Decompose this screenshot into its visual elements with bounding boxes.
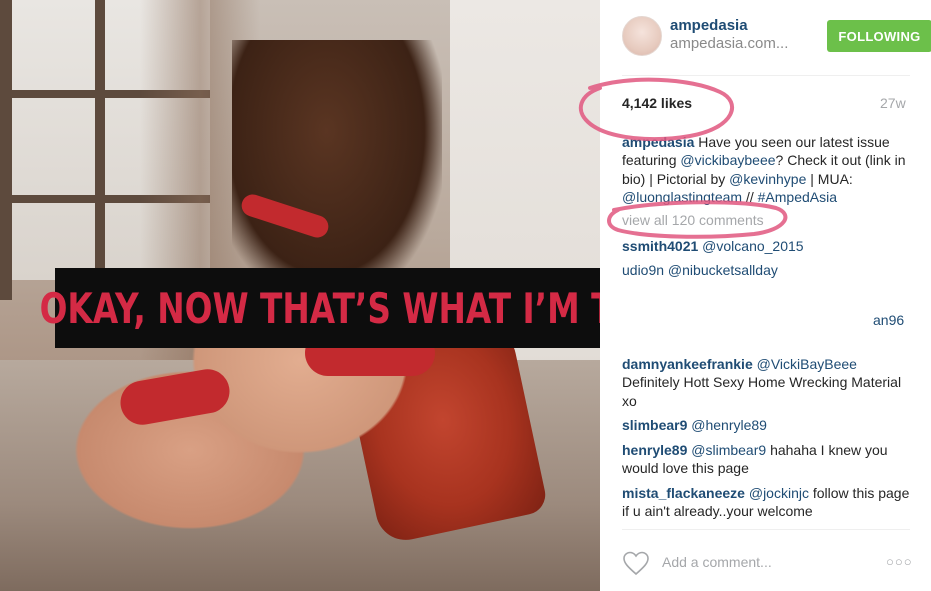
divider — [622, 75, 910, 76]
heart-outline-icon[interactable] — [622, 550, 650, 576]
comment-mention[interactable]: @jockinjc — [749, 485, 809, 501]
author-username[interactable]: ampedasia — [670, 17, 748, 34]
caption-text: | MUA: — [806, 170, 853, 187]
comment-item: mista_flackaneeze @jockinjc follow this … — [622, 484, 914, 521]
post-caption: ampedasia Have you seen our latest issue… — [622, 133, 914, 207]
window-frame — [0, 0, 12, 300]
caption-mention[interactable]: @luonglastingteam — [622, 189, 742, 205]
comment-username[interactable]: slimbear9 — [622, 417, 687, 433]
add-comment-input[interactable]: Add a comment... — [662, 554, 772, 570]
view-all-comments-link[interactable]: view all 120 comments — [622, 212, 764, 228]
obscured-comment-fragment: an96 — [873, 312, 905, 328]
ellipsis-icon[interactable]: ○○○ — [886, 554, 913, 569]
caption-mention[interactable]: @vickibaybeee — [680, 152, 775, 168]
post-side-panel: ampedasia ampedasia.com... FOLLOWING 4,1… — [578, 0, 931, 591]
model-hair — [232, 40, 442, 300]
comment-username[interactable]: ssmith4021 — [622, 238, 698, 254]
caption-hashtag[interactable]: #AmpedAsia — [758, 189, 837, 205]
author-website[interactable]: ampedasia.com... — [670, 35, 788, 52]
comment-text: Definitely Hott Sexy Home Wrecking Mater… — [622, 374, 902, 409]
comment-mention[interactable]: @volcano_2015 — [702, 238, 803, 254]
caption-username[interactable]: ampedasia — [622, 134, 694, 150]
post-age[interactable]: 27w — [880, 95, 906, 111]
avatar[interactable] — [622, 16, 662, 56]
comment-mention[interactable]: @slimbear9 — [691, 442, 766, 458]
post-header: ampedasia ampedasia.com... FOLLOWING — [622, 14, 931, 58]
caption-mention[interactable]: @kevinhype — [729, 171, 806, 187]
comment-mention[interactable]: @henryle89 — [691, 417, 767, 433]
divider — [622, 529, 910, 530]
obscured-comment-fragment: udio9n @nibucketsallday — [622, 262, 778, 278]
comment-username[interactable]: damnyankeefrankie — [622, 356, 753, 372]
comment-username[interactable]: mista_flackaneeze — [622, 485, 745, 501]
comment-item: henryle89 @slimbear9 hahaha I knew you w… — [622, 441, 914, 478]
post-footer: Add a comment... ○○○ — [622, 548, 914, 578]
comment-item: slimbear9 @henryle89 — [622, 416, 914, 434]
following-button[interactable]: FOLLOWING — [827, 20, 931, 52]
likes-count[interactable]: 4,142 likes — [622, 95, 692, 111]
caption-text: // — [742, 189, 758, 206]
comment-item: damnyankeefrankie @VickiBayBeee Definite… — [622, 355, 914, 410]
comment-username[interactable]: henryle89 — [622, 442, 687, 458]
comment-mention[interactable]: @VickiBayBeee — [757, 356, 857, 372]
comment-item: ssmith4021 @volcano_2015 — [622, 237, 914, 255]
